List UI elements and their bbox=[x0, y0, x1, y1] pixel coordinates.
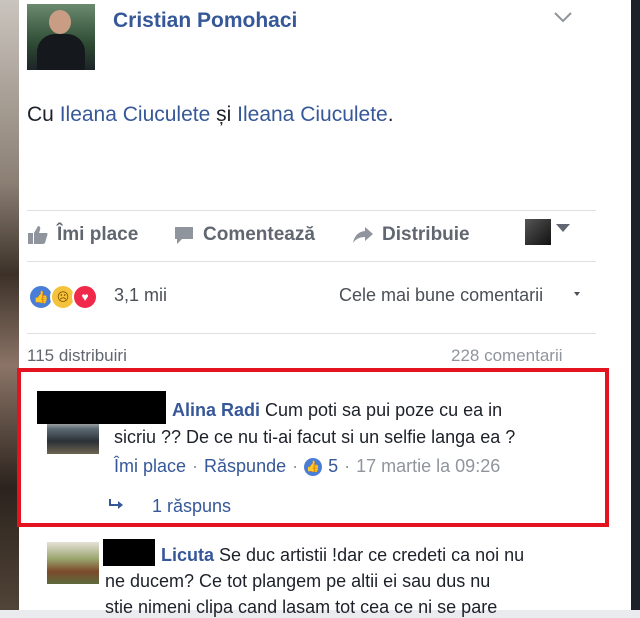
post-text-middle: și bbox=[210, 103, 238, 126]
avatar-body bbox=[37, 34, 85, 70]
author-avatar[interactable] bbox=[27, 4, 95, 70]
divider bbox=[27, 333, 596, 334]
share-label: Distribuie bbox=[382, 224, 470, 245]
comment-line-2: ne ducem? Ce tot plangem pe altii ei sau… bbox=[105, 571, 491, 591]
love-reaction-icon: ♥ bbox=[72, 284, 98, 310]
comment-label: Comentează bbox=[203, 224, 315, 245]
dark-edge bbox=[631, 0, 640, 610]
post-author[interactable]: Cristian Pomohaci bbox=[113, 9, 297, 33]
thumbs-up-icon: 👍 bbox=[304, 457, 323, 476]
tagged-person-2[interactable]: Ileana Ciuculete bbox=[237, 103, 388, 126]
separator: · bbox=[192, 456, 199, 476]
reaction-icons[interactable]: 👍 ☹ ♥ bbox=[28, 284, 98, 310]
comment-text: Cum poti sa pui poze cu ea in bbox=[260, 400, 503, 420]
divider bbox=[27, 210, 596, 211]
like-button[interactable]: Îmi place bbox=[27, 224, 138, 246]
share-icon bbox=[352, 225, 374, 245]
thumbs-up-icon bbox=[27, 225, 49, 245]
comment-button[interactable]: Comentează bbox=[173, 224, 315, 246]
comment-line-1: Licuta Se duc artistii !dar ce credeti c… bbox=[161, 545, 524, 566]
comment-line-1: Alina Radi Cum poti sa pui poze cu ea in bbox=[172, 400, 502, 421]
comment-text: Se duc artistii !dar ce credeti ca noi n… bbox=[214, 545, 525, 565]
share-button[interactable]: Distribuie bbox=[352, 224, 470, 246]
chevron-down-icon[interactable] bbox=[574, 292, 580, 296]
post-text: Cu Ileana Ciuculete și Ileana Ciuculete. bbox=[27, 103, 394, 127]
comment-timestamp[interactable]: 17 martie la 09:26 bbox=[356, 456, 500, 477]
comment-line-2: sicriu ?? De ce nu ti-ai facut si un sel… bbox=[114, 427, 516, 447]
comment-author[interactable]: Alina Radi bbox=[172, 400, 260, 420]
replies-label: 1 răspuns bbox=[152, 496, 232, 516]
comment-sort-dropdown[interactable]: Cele mai bune comentarii bbox=[339, 285, 543, 306]
comment-count[interactable]: 228 comentarii bbox=[451, 346, 563, 366]
divider bbox=[27, 261, 596, 262]
post-text-prefix: Cu bbox=[27, 103, 60, 126]
separator: · bbox=[344, 456, 351, 476]
avatar-head bbox=[49, 10, 71, 34]
reaction-count[interactable]: 3,1 mii bbox=[114, 285, 167, 306]
comment-meta: Îmi place · Răspunde · 👍 5 · 17 martie l… bbox=[114, 456, 500, 477]
chevron-down-icon[interactable] bbox=[556, 224, 570, 232]
comment-author[interactable]: Licuta bbox=[161, 545, 214, 565]
comment-like-count[interactable]: 5 bbox=[328, 456, 338, 477]
comment-line-3: stie nimeni clipa cand lasam tot cea ce … bbox=[105, 597, 498, 617]
tagged-person-1[interactable]: Ileana Ciuculete bbox=[60, 103, 211, 126]
comment-like-link[interactable]: Îmi place bbox=[114, 456, 186, 477]
reply-arrow-icon bbox=[108, 496, 126, 517]
chevron-down-icon[interactable] bbox=[553, 9, 573, 30]
commenter-avatar[interactable] bbox=[47, 542, 99, 584]
view-replies-link[interactable]: 1 răspuns bbox=[108, 496, 231, 517]
share-count[interactable]: 115 distribuiri bbox=[27, 346, 127, 366]
separator: · bbox=[292, 456, 299, 476]
page-selector-avatar[interactable] bbox=[525, 219, 551, 245]
like-label: Îmi place bbox=[57, 224, 139, 245]
comment-reply-link[interactable]: Răspunde bbox=[204, 456, 286, 477]
redaction-bar bbox=[37, 391, 166, 424]
redaction-bar bbox=[103, 539, 155, 566]
post-text-suffix: . bbox=[387, 103, 394, 126]
comment-icon bbox=[173, 225, 195, 245]
